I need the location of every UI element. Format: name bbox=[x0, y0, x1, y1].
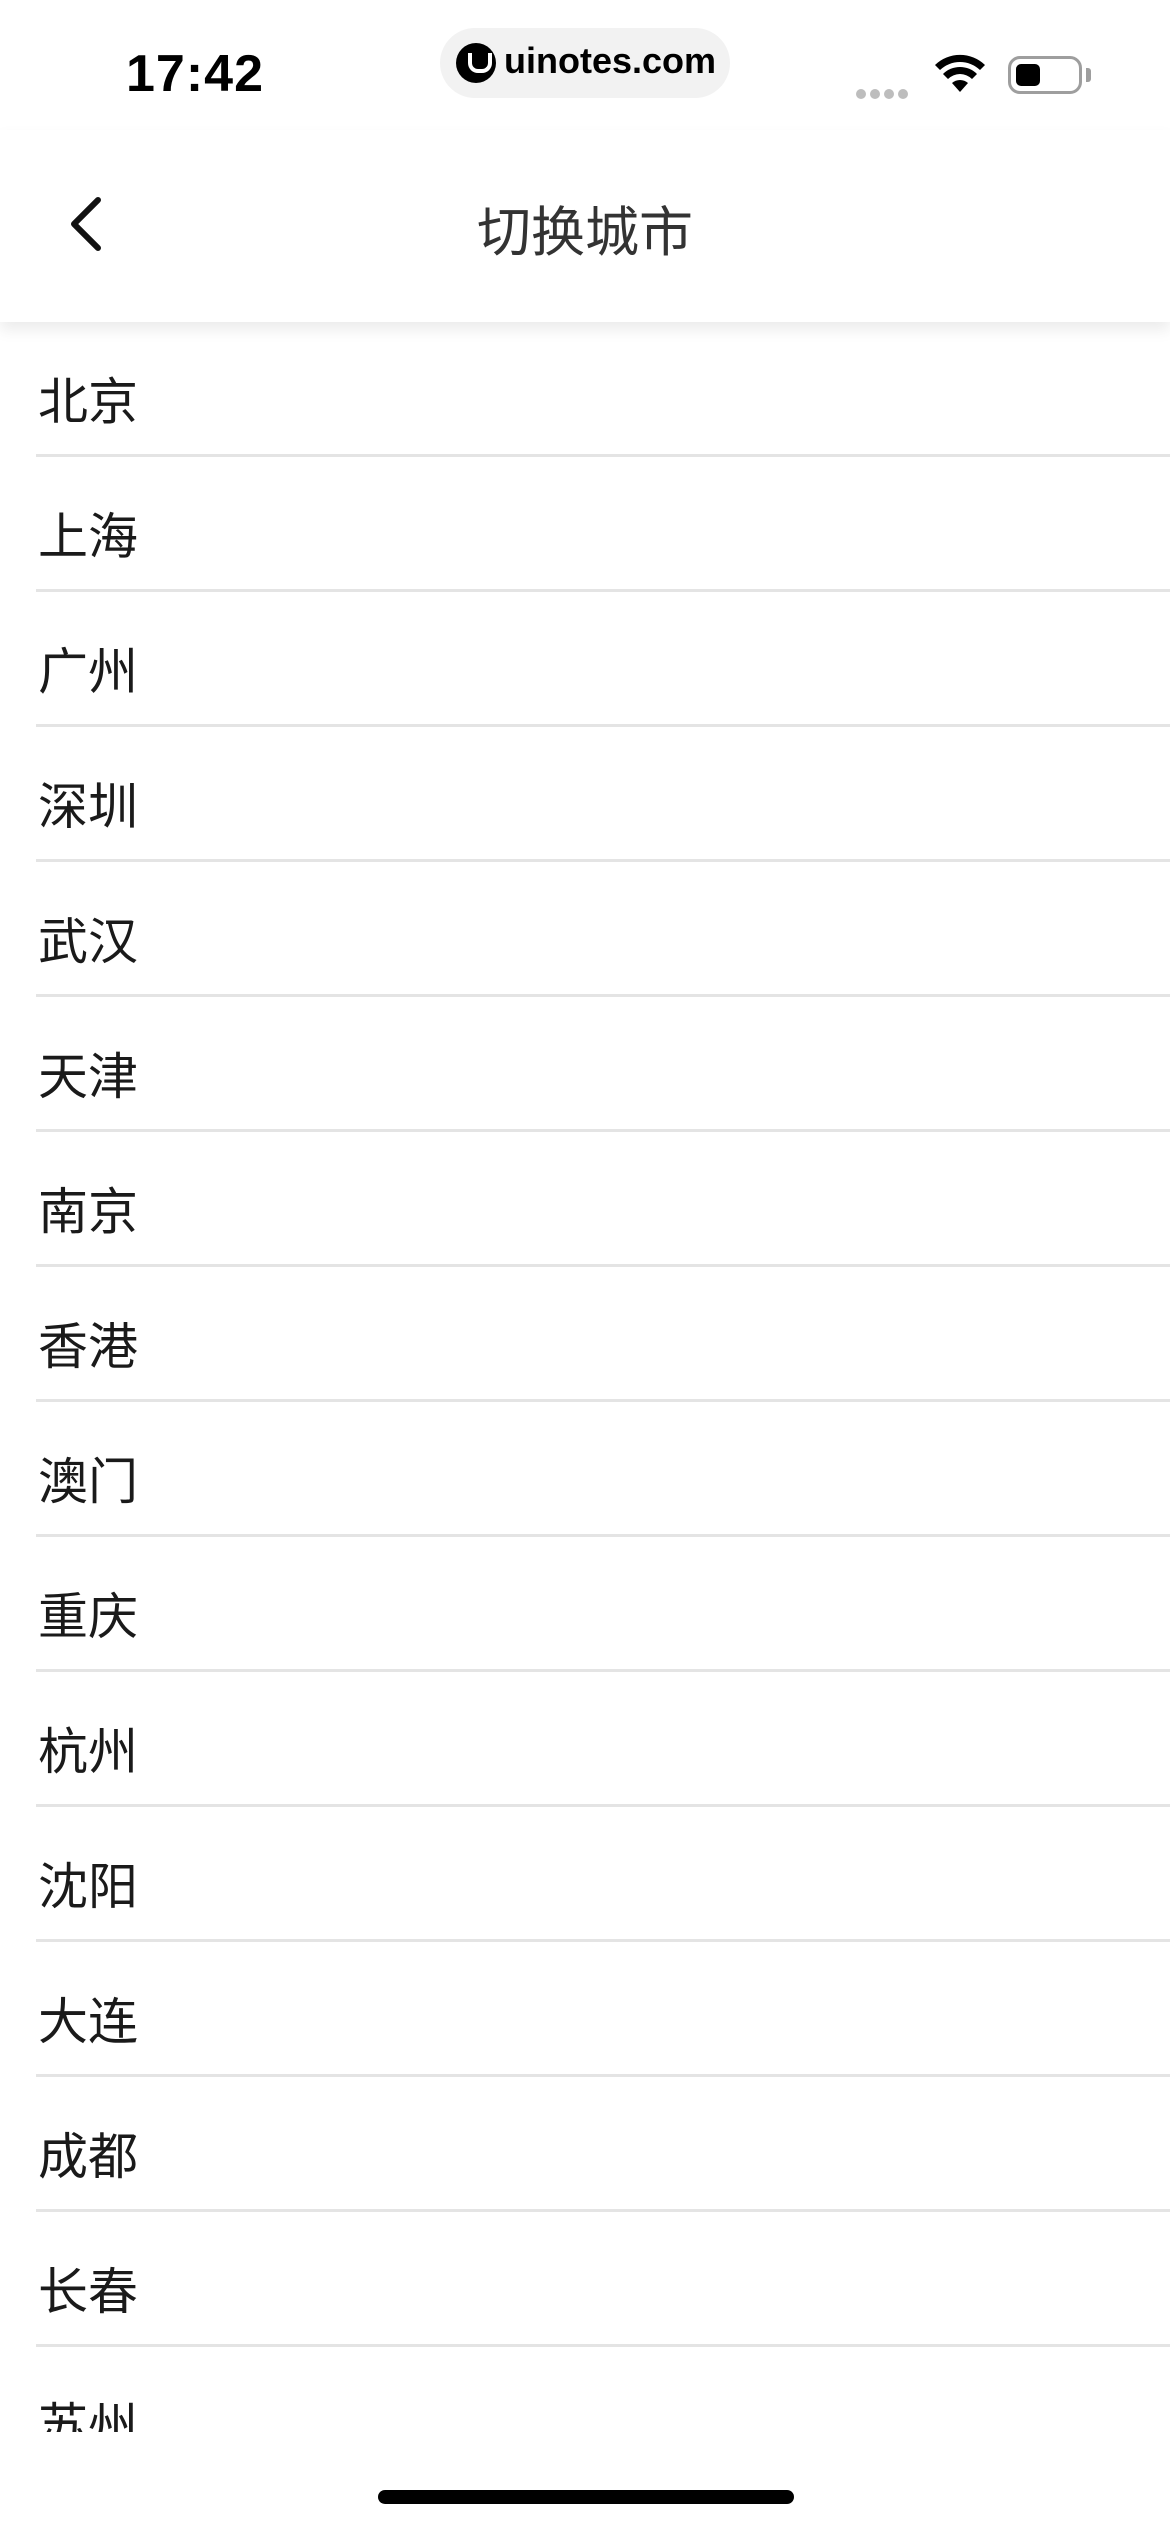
list-item[interactable]: 大连 bbox=[36, 1942, 1170, 2077]
url-text: uinotes.com bbox=[504, 40, 717, 81]
city-name: 苏州 bbox=[38, 2398, 138, 2432]
city-name: 成都 bbox=[38, 2128, 138, 2186]
wifi-icon bbox=[935, 54, 985, 92]
list-item[interactable]: 沈阳 bbox=[36, 1807, 1170, 1942]
list-item[interactable]: 上海 bbox=[36, 457, 1170, 592]
status-bar: 17:42 uinotes.com bbox=[0, 0, 1170, 130]
cellular-signal-icon bbox=[856, 84, 916, 99]
list-item[interactable]: 南京 bbox=[36, 1132, 1170, 1267]
list-item[interactable]: 天津 bbox=[36, 997, 1170, 1132]
battery-icon bbox=[1008, 56, 1082, 94]
city-name: 长春 bbox=[38, 2263, 138, 2321]
status-time: 17:42 bbox=[126, 45, 264, 103]
city-name: 武汉 bbox=[38, 913, 138, 971]
city-name: 杭州 bbox=[38, 1723, 138, 1781]
list-item[interactable]: 广州 bbox=[36, 592, 1170, 727]
list-item[interactable]: 苏州 bbox=[36, 2347, 1170, 2432]
city-name: 天津 bbox=[38, 1048, 138, 1106]
city-name: 香港 bbox=[38, 1318, 138, 1376]
site-logo-icon bbox=[456, 43, 496, 83]
city-name: 深圳 bbox=[38, 778, 138, 836]
list-item[interactable]: 成都 bbox=[36, 2077, 1170, 2212]
list-item[interactable]: 北京 bbox=[36, 322, 1170, 457]
list-item[interactable]: 重庆 bbox=[36, 1537, 1170, 1672]
nav-header: 切换城市 bbox=[0, 130, 1170, 322]
city-name: 澳门 bbox=[38, 1453, 138, 1511]
list-item[interactable]: 深圳 bbox=[36, 727, 1170, 862]
city-name: 南京 bbox=[38, 1183, 138, 1241]
city-name: 北京 bbox=[38, 373, 138, 431]
city-name: 大连 bbox=[38, 1993, 138, 2051]
list-item[interactable]: 长春 bbox=[36, 2212, 1170, 2347]
list-item[interactable]: 澳门 bbox=[36, 1402, 1170, 1537]
list-item[interactable]: 武汉 bbox=[36, 862, 1170, 997]
city-name: 重庆 bbox=[38, 1588, 138, 1646]
city-list: 北京 上海 广州 深圳 武汉 天津 南京 香港 澳门 重庆 杭州 沈阳 大连 成… bbox=[0, 322, 1170, 2432]
list-item[interactable]: 香港 bbox=[36, 1267, 1170, 1402]
page-title: 切换城市 bbox=[477, 201, 693, 264]
list-item[interactable]: 杭州 bbox=[36, 1672, 1170, 1807]
home-indicator[interactable] bbox=[378, 2490, 794, 2504]
city-name: 广州 bbox=[38, 643, 138, 701]
battery-cap bbox=[1086, 68, 1091, 82]
url-pill[interactable]: uinotes.com bbox=[440, 28, 730, 98]
city-name: 上海 bbox=[38, 508, 138, 566]
city-name: 沈阳 bbox=[38, 1858, 138, 1916]
